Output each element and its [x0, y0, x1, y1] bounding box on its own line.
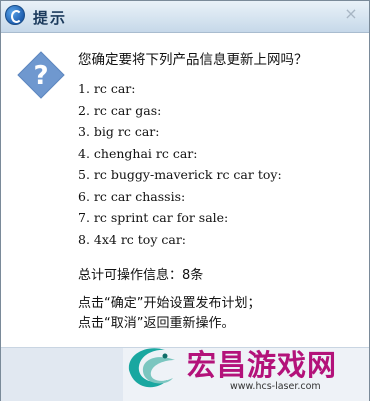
list-item: 4. chenghai rc car:	[78, 145, 198, 161]
list-item: 1. rc car:	[78, 81, 136, 96]
list-item: 6. rc car chassis:	[78, 188, 186, 204]
confirm-prompt: 您确定要将下列产品信息更新上网吗？	[78, 52, 308, 68]
question-icon: ?	[17, 51, 65, 99]
window-title: 提示	[33, 9, 68, 27]
product-list: 1. rc car: 2. rc car gas: 3. big rc car:…	[78, 78, 363, 250]
button-bar-left	[1, 348, 123, 401]
app-logo-icon	[5, 5, 25, 25]
instructions: 点击“确定”开始设置发布计划； 点击“取消”返回重新操作。	[78, 294, 260, 334]
list-item: 7. rc sprint car for sale:	[78, 210, 229, 225]
summary-text: 总计可操作信息：8条	[78, 268, 204, 283]
close-button[interactable]: ×	[341, 4, 361, 24]
watermark: 宏昌游戏网 www.hcs-laser.com	[121, 336, 369, 400]
dialog-content: 您确定要将下列产品信息更新上网吗？ 1. rc car: 2. rc car g…	[78, 43, 363, 250]
watermark-url: www.hcs-laser.com	[230, 381, 321, 392]
list-item: 3. big rc car:	[78, 124, 160, 139]
list-item: 5. rc buggy-maverick rc car toy:	[78, 167, 282, 182]
dragon-logo-icon	[128, 348, 175, 388]
instruction-cancel: 点击“取消”返回重新操作。	[78, 316, 235, 331]
list-item: 2. rc car gas:	[78, 102, 162, 118]
watermark-title: 宏昌游戏网	[187, 348, 338, 382]
confirm-dialog: 提示 × ? 您确定要将下列产品信息更新上网吗？ 1. rc car: 2. r…	[0, 0, 370, 401]
list-item: 8. 4x4 rc toy car:	[78, 231, 187, 247]
instruction-confirm: 点击“确定”开始设置发布计划；	[78, 296, 261, 311]
title-bar[interactable]: 提示 ×	[1, 1, 369, 33]
svg-text:?: ?	[33, 61, 48, 91]
